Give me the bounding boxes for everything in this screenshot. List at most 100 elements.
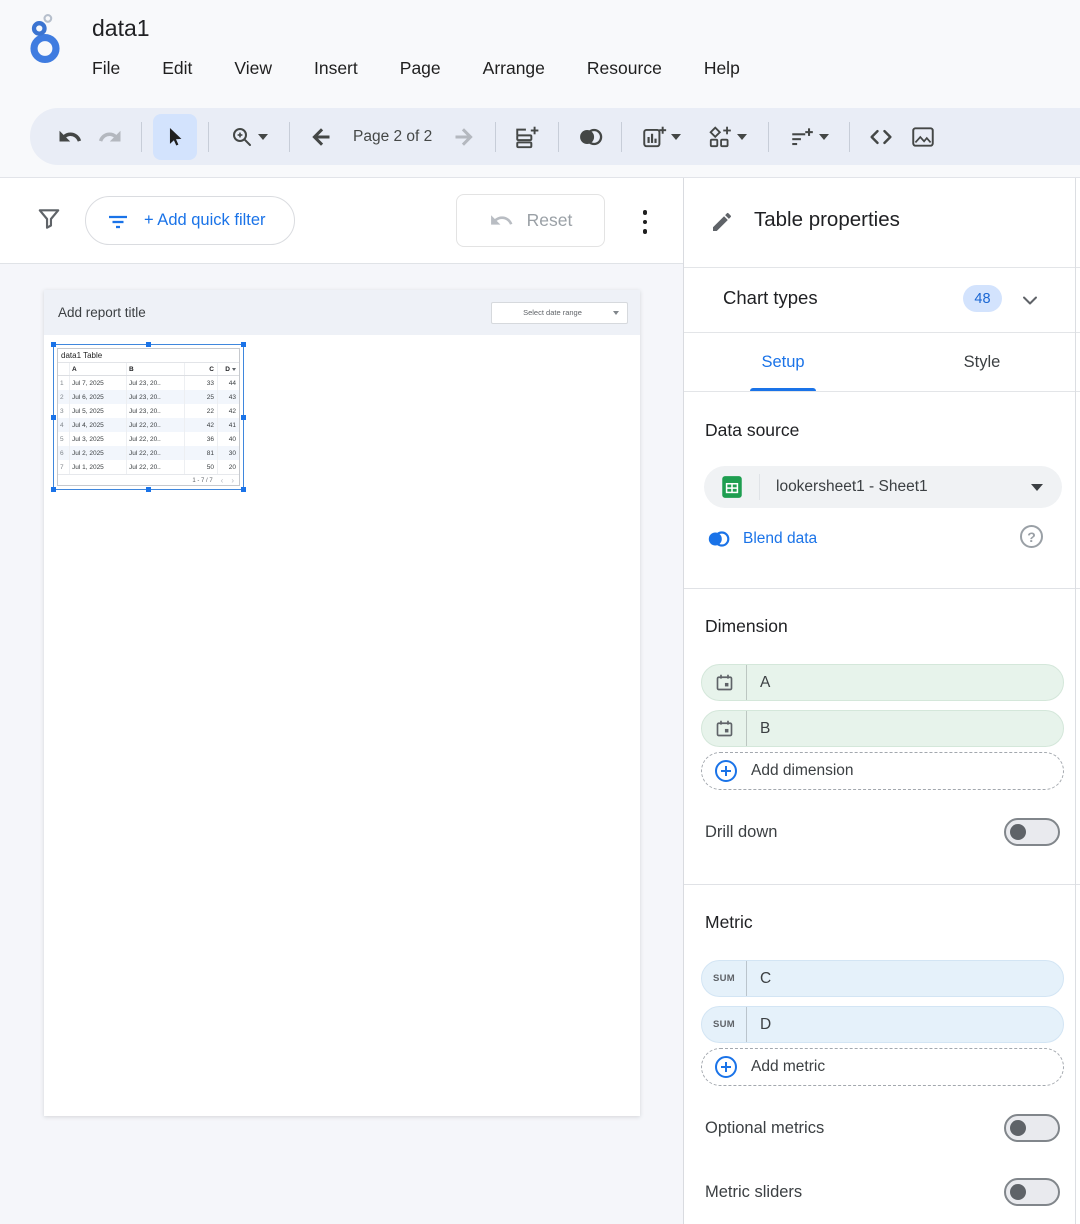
dimension-field-a[interactable]: A [701, 664, 1064, 701]
column-header-c[interactable]: C [185, 363, 218, 375]
undo-button[interactable] [50, 115, 90, 159]
column-header-b[interactable]: B [127, 363, 185, 375]
menu-item-page[interactable]: Page [400, 58, 441, 79]
resize-handle[interactable] [146, 342, 151, 347]
chip-divider [759, 474, 760, 500]
add-dimension-label: Add dimension [751, 762, 854, 780]
toolbar-divider [141, 122, 142, 152]
metric-field-label: C [760, 970, 771, 988]
report-title[interactable]: data1 [92, 15, 150, 42]
resize-handle[interactable] [241, 342, 246, 347]
metric-sliders-row: Metric sliders [705, 1174, 1060, 1210]
redo-button[interactable] [90, 115, 130, 159]
zoom-tool-button[interactable] [220, 115, 278, 159]
column-header-d[interactable]: D [218, 363, 239, 375]
drill-down-toggle[interactable] [1004, 818, 1060, 846]
page-next-icon[interactable]: › [231, 477, 234, 485]
add-control-icon [707, 124, 733, 150]
add-filter-icon [789, 124, 815, 150]
next-page-button[interactable] [444, 115, 484, 159]
metric-field-d[interactable]: SUM D [701, 1006, 1064, 1043]
metric-heading: Metric [705, 912, 753, 933]
resize-handle[interactable] [241, 487, 246, 492]
menu-item-insert[interactable]: Insert [314, 58, 358, 79]
previous-page-button[interactable] [301, 115, 341, 159]
resize-handle[interactable] [146, 487, 151, 492]
metric-sliders-toggle[interactable] [1004, 1178, 1060, 1206]
panel-scrollbar[interactable] [1075, 178, 1076, 1224]
menu-item-arrange[interactable]: Arrange [483, 58, 545, 79]
table-row: 7 Jul 1, 2025 Jul 22, 20.. 50 20 [58, 460, 239, 474]
sort-desc-icon [232, 368, 236, 371]
add-dimension-button[interactable]: Add dimension [701, 752, 1064, 790]
chevron-down-icon [1031, 484, 1043, 491]
aggregation-label[interactable]: SUM [702, 1007, 747, 1042]
add-chart-button[interactable] [633, 115, 689, 159]
zoom-icon [230, 125, 254, 149]
date-range-label: Select date range [492, 308, 613, 317]
column-header-a[interactable]: A [70, 363, 127, 375]
metric-field-c[interactable]: SUM C [701, 960, 1064, 997]
add-chart-icon [641, 124, 667, 150]
add-data-icon [514, 124, 540, 150]
code-icon [867, 123, 895, 151]
chevron-down-icon [613, 311, 619, 315]
reset-undo-icon [489, 208, 514, 233]
active-tab-indicator [750, 388, 816, 391]
resize-handle[interactable] [241, 415, 246, 420]
add-metric-button[interactable]: Add metric [701, 1048, 1064, 1086]
data-source-heading: Data source [705, 420, 799, 441]
add-image-button[interactable] [903, 115, 943, 159]
page-indicator[interactable]: Page 2 of 2 [353, 128, 432, 146]
resize-handle[interactable] [51, 487, 56, 492]
dimension-heading: Dimension [705, 616, 788, 637]
tab-style[interactable]: Style [883, 333, 1080, 391]
resize-handle[interactable] [51, 342, 56, 347]
toolbar-divider [558, 122, 559, 152]
data-source-selector[interactable]: lookersheet1 - Sheet1 [704, 466, 1062, 508]
add-page-button[interactable] [507, 115, 547, 159]
add-control-button[interactable] [697, 115, 757, 159]
optional-metrics-toggle[interactable] [1004, 1114, 1060, 1142]
blend-data-button[interactable] [570, 115, 610, 159]
aggregation-label[interactable]: SUM [702, 961, 747, 996]
chart-types-section[interactable]: Chart types 48 [684, 268, 1080, 333]
table-header-row: A B C D [58, 362, 239, 376]
page-prev-icon[interactable]: ‹ [221, 477, 224, 485]
table-row: 4 Jul 4, 2025 Jul 22, 20.. 42 41 [58, 418, 239, 432]
add-circle-icon [715, 1056, 737, 1078]
more-options-button[interactable] [634, 200, 656, 244]
chevron-down-icon[interactable] [1018, 288, 1042, 312]
toolbar-divider [289, 122, 290, 152]
chevron-down-icon [258, 134, 268, 140]
panel-title: Table properties [754, 208, 900, 232]
add-quick-filter-button[interactable]: + Add quick filter [85, 196, 295, 245]
dimension-field-b[interactable]: B [701, 710, 1064, 747]
report-title-placeholder[interactable]: Add report title [58, 305, 146, 320]
menu-item-view[interactable]: View [234, 58, 272, 79]
blend-icon [576, 123, 604, 151]
reset-button[interactable]: Reset [456, 194, 605, 247]
arrow-back-icon [309, 125, 333, 149]
table-chart[interactable]: data1 Table A B C D 1 Jul 7, 2025 Jul 23… [57, 348, 240, 486]
select-tool-button[interactable] [153, 114, 197, 160]
table-row: 5 Jul 3, 2025 Jul 22, 20.. 36 40 [58, 432, 239, 446]
chevron-down-icon [737, 134, 747, 140]
cursor-icon [164, 126, 186, 148]
report-canvas[interactable]: Add report title Select date range data1… [0, 264, 683, 1224]
add-filter-button[interactable] [780, 115, 838, 159]
report-page[interactable]: Add report title Select date range data1… [44, 290, 640, 1116]
menu-item-resource[interactable]: Resource [587, 58, 662, 79]
optional-metrics-label: Optional metrics [705, 1119, 824, 1138]
sheets-icon [719, 474, 745, 500]
resize-handle[interactable] [51, 415, 56, 420]
date-range-control[interactable]: Select date range [491, 302, 628, 324]
menu-item-edit[interactable]: Edit [162, 58, 192, 79]
blend-data-button[interactable]: Blend data [705, 522, 817, 556]
embed-code-button[interactable] [861, 115, 901, 159]
menu-item-file[interactable]: File [92, 58, 120, 79]
add-quick-filter-label: + Add quick filter [144, 211, 266, 230]
menu-item-help[interactable]: Help [704, 58, 740, 79]
help-icon[interactable]: ? [1020, 525, 1043, 548]
tab-setup[interactable]: Setup [684, 333, 882, 391]
